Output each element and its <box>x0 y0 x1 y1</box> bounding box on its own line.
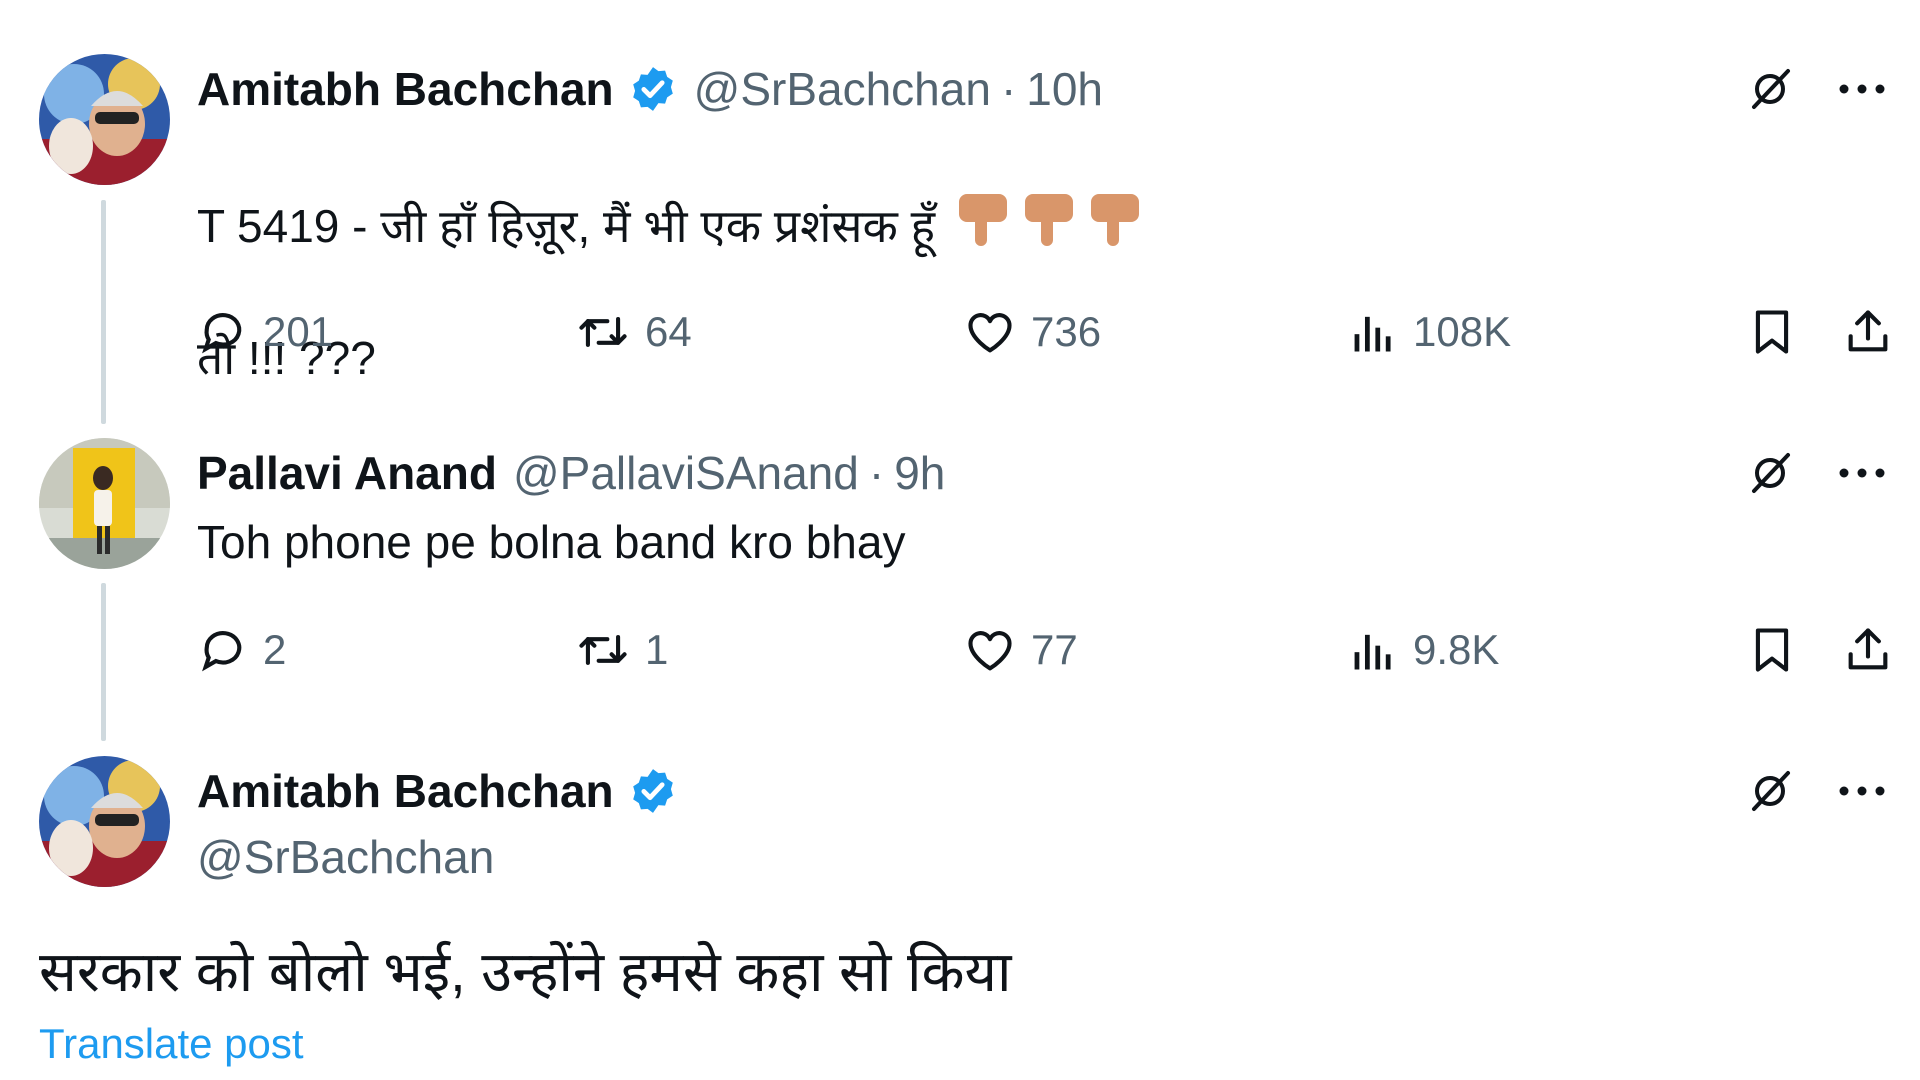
avatar[interactable] <box>39 756 170 887</box>
separator-dot: · <box>868 447 885 499</box>
verified-badge-icon <box>628 64 678 114</box>
heart-icon <box>968 631 1012 671</box>
more-icon[interactable] <box>1836 765 1888 817</box>
tweet-text: T 5419 - जी हाँ हिज़ूर, मैं भी एक प्रशंस… <box>197 126 1140 454</box>
like-count: 77 <box>1031 626 1078 673</box>
tweet-actions: 201 64 736 108K <box>197 302 1894 362</box>
tweet-text: Toh phone pe bolna band kro bhay <box>197 516 906 568</box>
tweet-text-line-1: T 5419 - जी हाँ हिज़ूर, मैं भी एक प्रशंस… <box>197 200 936 252</box>
share-button[interactable] <box>1842 620 1894 680</box>
tweet-text: सरकार को बोलो भई, उन्होंने हमसे कहा सो क… <box>39 940 1012 1003</box>
author-name[interactable]: Amitabh Bachchan <box>197 763 614 819</box>
author-handle[interactable]: @SrBachchan <box>197 829 494 885</box>
tweet-actions: 2 1 77 9.8K <box>197 620 1894 680</box>
repost-button[interactable]: 64 <box>575 302 692 362</box>
views-icon <box>1354 316 1391 352</box>
reply-count: 201 <box>263 308 334 355</box>
reply-icon <box>202 313 242 354</box>
like-count: 736 <box>1031 308 1102 355</box>
grok-icon[interactable] <box>1744 765 1796 817</box>
heart-icon <box>968 313 1012 353</box>
like-button[interactable]: 736 <box>963 302 1101 362</box>
bookmark-icon <box>1755 310 1789 354</box>
more-icon[interactable] <box>1836 63 1888 115</box>
repost-button[interactable]: 1 <box>575 620 668 680</box>
reply-count: 2 <box>263 626 287 673</box>
like-button[interactable]: 77 <box>963 620 1078 680</box>
reply-button[interactable]: 201 <box>197 302 333 362</box>
tweet-text-line: T 5419 - जी हाँ हिज़ूर, मैं भी एक प्रशंस… <box>197 190 1140 262</box>
tweet-header: Amitabh Bachchan @SrBachchan · 10h <box>197 61 1103 117</box>
repost-icon <box>579 635 627 665</box>
repost-count: 1 <box>645 626 669 673</box>
avatar[interactable] <box>39 438 170 569</box>
tweet-3-focused[interactable]: Amitabh Bachchan @SrBachchan सरकार को बो… <box>0 740 1920 1080</box>
reply-button[interactable]: 2 <box>197 620 286 680</box>
grok-icon[interactable] <box>1744 447 1796 499</box>
avatar[interactable] <box>39 54 170 185</box>
repost-icon <box>579 317 627 347</box>
views-button[interactable]: 108K <box>1347 302 1511 362</box>
timestamp[interactable]: 9h <box>894 445 945 501</box>
tweet-top-actions <box>1744 447 1888 499</box>
bookmark-button[interactable] <box>1746 302 1798 362</box>
tweet-1[interactable]: Amitabh Bachchan @SrBachchan · 10h T 541… <box>0 0 1920 420</box>
author-handle[interactable]: @PallaviSAnand <box>513 445 859 501</box>
author-name[interactable]: Amitabh Bachchan <box>197 61 614 117</box>
translate-post-link[interactable]: Translate post <box>39 1018 304 1070</box>
tweet-header: Amitabh Bachchan <box>197 763 678 819</box>
conversation-thread: Amitabh Bachchan @SrBachchan · 10h T 541… <box>0 0 1920 1080</box>
tweet-top-actions <box>1744 765 1888 817</box>
share-icon <box>1848 310 1888 352</box>
verified-badge-icon <box>628 766 678 816</box>
grok-icon[interactable] <box>1744 63 1796 115</box>
share-button[interactable] <box>1842 302 1894 362</box>
repost-count: 64 <box>645 308 692 355</box>
tweet-2[interactable]: Pallavi Anand @PallaviSAnand · 9h Toh ph… <box>0 420 1920 740</box>
tweet-header: Pallavi Anand @PallaviSAnand · 9h <box>197 445 945 501</box>
point-down-hand-icon <box>949 190 1140 262</box>
reply-icon <box>202 631 242 672</box>
author-handle[interactable]: @SrBachchan <box>694 61 991 117</box>
more-icon[interactable] <box>1836 447 1888 499</box>
author-name[interactable]: Pallavi Anand <box>197 445 497 501</box>
separator-dot: · <box>1000 63 1017 115</box>
views-button[interactable]: 9.8K <box>1347 620 1499 680</box>
share-icon <box>1848 628 1888 670</box>
views-icon <box>1354 634 1391 670</box>
views-count: 9.8K <box>1413 626 1500 673</box>
timestamp[interactable]: 10h <box>1026 61 1103 117</box>
tweet-top-actions <box>1744 63 1888 115</box>
views-count: 108K <box>1413 308 1512 355</box>
bookmark-button[interactable] <box>1746 620 1798 680</box>
bookmark-icon <box>1755 628 1789 672</box>
